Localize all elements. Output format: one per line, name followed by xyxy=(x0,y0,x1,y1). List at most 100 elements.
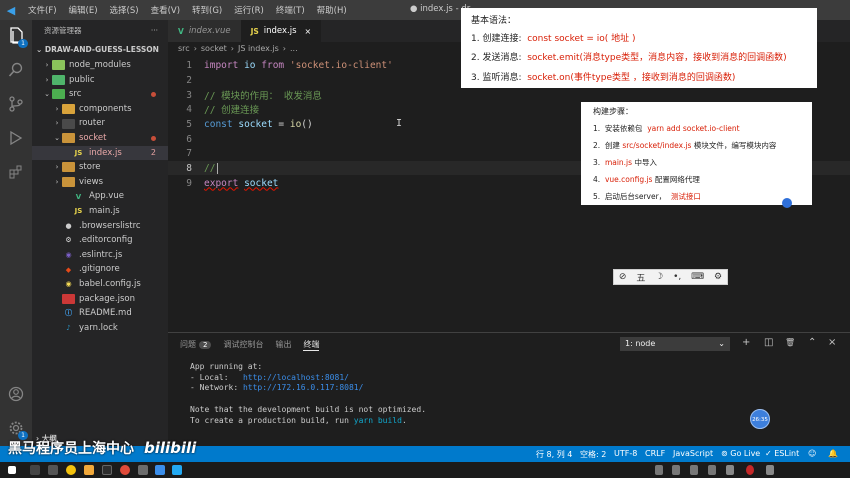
close-panel-button[interactable]: × xyxy=(828,337,836,348)
line-number: 7 xyxy=(186,147,192,159)
tree-item-eslintrc[interactable]: ◉ .eslintrc.js xyxy=(32,248,168,263)
account-icon[interactable] xyxy=(0,380,32,408)
new-terminal-button[interactable]: + xyxy=(742,337,750,348)
breadcrumb-src[interactable]: src xyxy=(178,44,190,53)
tree-item-babel-config[interactable]: ◉ babel.config.js xyxy=(32,277,168,292)
step-text: 1. 安装依赖包 xyxy=(593,124,648,133)
local-url-link[interactable]: http://localhost:8081/ xyxy=(243,373,349,382)
tab-index-vue[interactable]: V index.vue xyxy=(168,20,241,42)
eslint-status[interactable]: ✓ ESLint xyxy=(765,449,799,458)
split-terminal-button[interactable]: ◫ xyxy=(764,337,773,348)
string-module: 'socket.io-client' xyxy=(289,59,393,71)
ime-settings-icon[interactable]: ⚙ xyxy=(714,272,722,282)
explorer-icon[interactable]: 1 xyxy=(0,22,32,50)
panel-tab-debug-console[interactable]: 调试控制台 xyxy=(223,339,263,351)
file-encoding[interactable]: UTF-8 xyxy=(614,449,637,458)
menu-file[interactable]: 文件(F) xyxy=(22,4,63,16)
tree-item-node-modules[interactable]: › node_modules xyxy=(32,58,168,73)
maximize-panel-button[interactable]: ⌃ xyxy=(808,337,816,348)
indentation[interactable]: 空格: 2 xyxy=(580,449,606,460)
chevron-right-icon: › xyxy=(55,104,59,113)
breadcrumb-socket[interactable]: socket xyxy=(201,44,227,53)
menu-selection[interactable]: 选择(S) xyxy=(104,4,145,16)
go-live-button[interactable]: ⊚ Go Live xyxy=(721,449,760,458)
app-taskbar-icon-2[interactable] xyxy=(138,465,148,475)
tree-item-app-vue[interactable]: V App.vue xyxy=(32,189,168,204)
breadcrumb-more[interactable]: ... xyxy=(290,44,298,53)
js-file-icon: JS xyxy=(74,207,83,216)
terminal-taskbar-icon[interactable] xyxy=(102,465,112,475)
step-row-3: 3. main.js 中导入 xyxy=(593,157,657,168)
search-icon[interactable] xyxy=(0,56,32,84)
tray-icon-4[interactable] xyxy=(708,465,716,475)
menu-goto[interactable]: 转到(G) xyxy=(186,4,228,16)
network-icon[interactable] xyxy=(726,465,734,475)
tree-item-store[interactable]: › store xyxy=(32,160,168,175)
run-debug-icon[interactable] xyxy=(0,124,32,152)
tree-item-views[interactable]: › views xyxy=(32,175,168,190)
tree-item-components[interactable]: › components xyxy=(32,102,168,117)
panel-tab-label: 问题 xyxy=(180,340,196,349)
tree-item-gitignore[interactable]: ◆ .gitignore xyxy=(32,262,168,277)
tab-index-js[interactable]: JS index.js × xyxy=(240,20,322,42)
tree-item-main-js[interactable]: JS main.js xyxy=(32,204,168,219)
menu-view[interactable]: 查看(V) xyxy=(145,4,186,16)
volume-icon[interactable] xyxy=(766,465,774,475)
panel-tab-output[interactable]: 输出 xyxy=(275,339,291,351)
folder-src-icon xyxy=(52,89,65,100)
ime-punctuation-icon[interactable]: •, xyxy=(673,272,681,282)
cursor-position[interactable]: 行 8, 列 4 xyxy=(536,449,572,460)
start-menu-icon[interactable] xyxy=(8,466,16,474)
search-taskbar-icon[interactable] xyxy=(30,465,40,475)
vue-file-icon: V xyxy=(75,192,82,201)
feedback-icon[interactable]: ☺ xyxy=(808,449,816,458)
chrome-icon[interactable] xyxy=(66,465,76,475)
terminal-select[interactable]: 1: node ⌄ xyxy=(620,337,730,351)
tree-item-editorconfig[interactable]: ⚙ .editorconfig xyxy=(32,233,168,248)
ime-moon-icon[interactable]: ☽ xyxy=(655,272,663,282)
notifications-icon[interactable]: 🔔 xyxy=(828,449,838,458)
terminal-command: yarn build xyxy=(353,416,402,425)
project-folder-header[interactable]: ⌄ DRAW-AND-GUESS-LESSON xyxy=(32,42,168,58)
tree-item-browserslistrc[interactable]: ● .browserslistrc xyxy=(32,219,168,234)
tree-item-label: .gitignore xyxy=(79,264,120,275)
ime-mode-icon[interactable]: 五 xyxy=(636,271,645,284)
language-mode[interactable]: JavaScript xyxy=(673,449,713,458)
ime-keyboard-icon[interactable]: ⌨ xyxy=(691,272,704,282)
app-taskbar-icon[interactable] xyxy=(120,465,130,475)
network-url-link[interactable]: http://172.16.0.117:8081/ xyxy=(243,383,363,392)
menu-run[interactable]: 运行(R) xyxy=(228,4,270,16)
source-control-icon[interactable] xyxy=(0,90,32,118)
step-text: 模块文件，编写模块内容 xyxy=(691,141,777,150)
tray-icon[interactable] xyxy=(655,465,663,475)
terminal-text: - Network: xyxy=(190,383,243,392)
ime-logo-icon[interactable]: ⊘ xyxy=(619,272,627,282)
close-tab-icon[interactable]: × xyxy=(305,27,312,36)
tree-item-public[interactable]: › public xyxy=(32,73,168,88)
tree-item-package-json[interactable]: package.json xyxy=(32,292,168,307)
tree-item-src[interactable]: ⌄ src xyxy=(32,87,168,102)
tree-item-index-js[interactable]: JS index.js 2 xyxy=(32,145,168,161)
tray-icon-2[interactable] xyxy=(672,465,680,475)
more-actions-icon[interactable]: ··· xyxy=(151,20,158,42)
vscode-taskbar-icon[interactable] xyxy=(172,465,182,475)
panel-tab-problems[interactable]: 问题 2 xyxy=(180,339,212,351)
kill-terminal-button[interactable]: 🗑 xyxy=(785,338,795,347)
breadcrumb-file[interactable]: JS index.js xyxy=(238,44,279,53)
tray-icon-3[interactable] xyxy=(690,465,698,475)
menu-edit[interactable]: 编辑(E) xyxy=(63,4,104,16)
app-taskbar-icon-3[interactable] xyxy=(155,465,165,475)
task-view-icon[interactable] xyxy=(48,465,58,475)
extensions-icon[interactable] xyxy=(0,158,32,186)
panel-tab-terminal[interactable]: 终端 xyxy=(303,339,320,351)
tree-item-socket[interactable]: ⌄ socket xyxy=(32,131,168,146)
operator-assign: = xyxy=(272,118,290,130)
menu-help[interactable]: 帮助(H) xyxy=(311,4,353,16)
menu-terminal[interactable]: 终端(T) xyxy=(270,4,311,16)
input-method-icon[interactable] xyxy=(746,465,754,475)
line-ending[interactable]: CRLF xyxy=(645,449,665,458)
tree-item-router[interactable]: › router xyxy=(32,116,168,131)
folder-taskbar-icon[interactable] xyxy=(84,465,94,475)
tree-item-readme[interactable]: ⓘ README.md xyxy=(32,306,168,321)
tree-item-yarn-lock[interactable]: ♪ yarn.lock xyxy=(32,321,168,336)
